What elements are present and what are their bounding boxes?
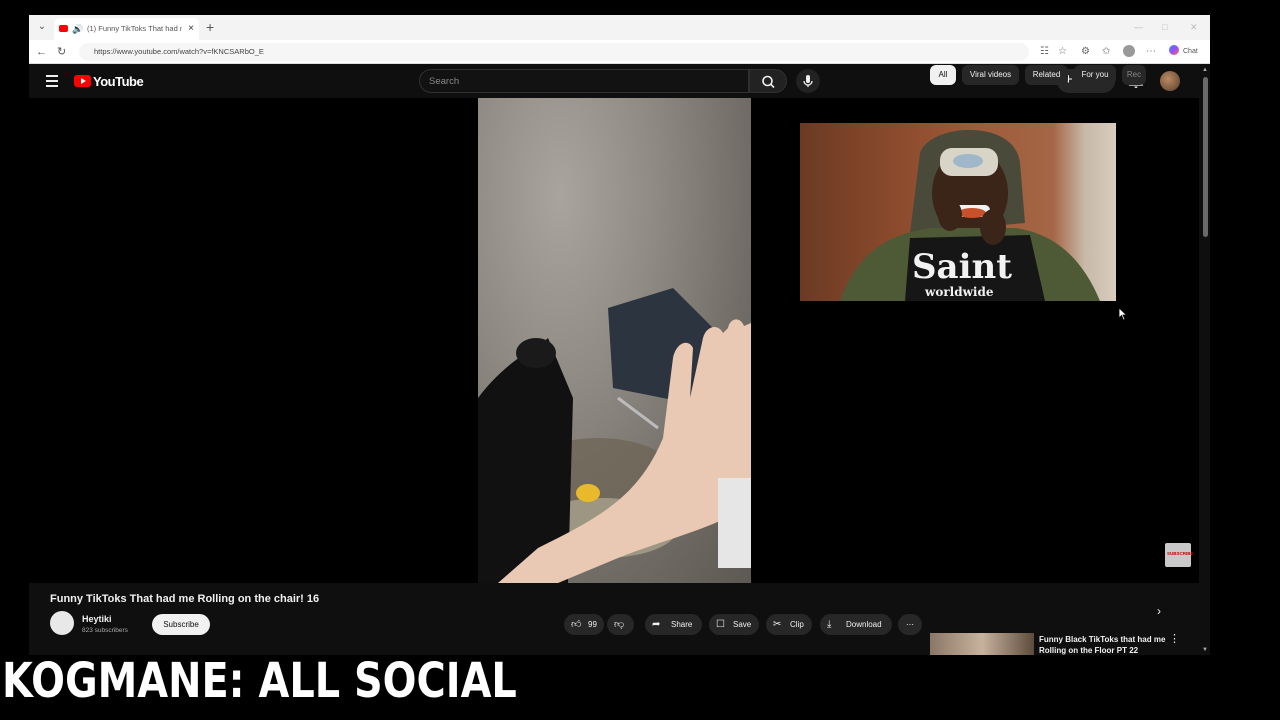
chip-related[interactable]: Related — [1025, 65, 1068, 85]
recommended-title[interactable]: Funny Black TikToks that had me Rolling … — [1039, 634, 1167, 655]
thumbs-down-icon: 👎︎ — [614, 619, 625, 630]
save-label: Save — [733, 620, 752, 629]
mouse-cursor-icon — [1118, 307, 1128, 321]
voice-search-button[interactable] — [796, 69, 820, 93]
microphone-icon — [803, 75, 813, 87]
pip-shirt-subtext: worldwide — [924, 285, 994, 299]
speaker-icon[interactable]: 🔊 — [72, 22, 83, 36]
browser-window: ⌄ 🔊 (1) Funny TikToks That had me Rollin… — [29, 15, 1210, 655]
reaction-person-image: Saint worldwide — [840, 129, 1100, 301]
maximize-icon[interactable]: □ — [1162, 21, 1167, 33]
subscribe-button[interactable]: Subscribe — [152, 614, 210, 635]
page-scrollbar[interactable]: ▲ ▼ — [1201, 65, 1210, 655]
back-icon[interactable]: ← — [36, 45, 47, 59]
youtube-page: YouTube + Create — [29, 65, 1210, 655]
new-tab-icon[interactable]: + — [206, 19, 214, 35]
channel-name[interactable]: Heytiki — [82, 613, 112, 625]
scrollbar-thumb[interactable] — [1203, 77, 1208, 237]
chip-viral-videos[interactable]: Viral videos — [962, 65, 1019, 85]
download-icon: ⤓ — [827, 619, 832, 630]
more-menu-icon[interactable]: ⋯ — [1146, 45, 1156, 59]
more-dots-icon: ⋯ — [906, 620, 914, 629]
share-icon: ➦ — [652, 619, 661, 630]
subscribe-watermark-text: SUBSCRIBE — [1167, 551, 1194, 556]
close-window-icon[interactable]: ✕ — [1190, 21, 1198, 33]
share-button[interactable]: ➦ Share — [645, 614, 702, 635]
favorites-icon[interactable]: ✩ — [1102, 45, 1110, 59]
chat-label[interactable]: Chat — [1183, 46, 1198, 58]
video-player[interactable]: Saint worldwide SUBSCRIBE — [29, 98, 1199, 583]
save-button[interactable]: ☐ Save — [709, 614, 759, 635]
clip-label: Clip — [790, 620, 804, 629]
youtube-logo-text: YouTube — [93, 74, 144, 89]
close-tab-icon[interactable]: × — [188, 22, 194, 36]
youtube-play-icon — [74, 75, 91, 87]
recommended-menu-icon[interactable]: ⋮ — [1169, 632, 1180, 646]
youtube-favicon-icon — [59, 25, 68, 32]
subscriber-count: 823 subscribers — [82, 627, 128, 634]
tab-title: (1) Funny TikToks That had me Rolling on… — [87, 24, 182, 33]
scroll-up-icon[interactable]: ▲ — [1202, 66, 1208, 74]
tab-bar: ⌄ 🔊 (1) Funny TikToks That had me Rollin… — [29, 15, 1210, 40]
search-input[interactable] — [429, 74, 729, 88]
channel-avatar[interactable] — [50, 611, 74, 635]
chip-recently-uploaded[interactable]: Rec — [1122, 65, 1146, 85]
recommended-thumbnail[interactable] — [930, 633, 1034, 655]
url-field[interactable]: https://www.youtube.com/watch?v=fKNCSARb… — [79, 43, 1029, 61]
search-button[interactable] — [749, 69, 787, 93]
minimize-icon[interactable]: — — [1134, 21, 1143, 33]
extension-icon[interactable]: ⚙ — [1081, 45, 1090, 59]
like-button[interactable]: 👍︎ 99 — [564, 614, 604, 635]
address-bar-row: ← ↻ https://www.youtube.com/watch?v=fKNC… — [29, 40, 1210, 64]
video-title: Funny TikToks That had me Rolling on the… — [50, 593, 320, 605]
thumbs-up-icon: 👍︎ — [571, 619, 582, 630]
copilot-icon[interactable] — [1169, 45, 1179, 55]
search-box[interactable] — [419, 69, 749, 93]
like-count: 99 — [588, 620, 597, 629]
share-label: Share — [671, 620, 693, 629]
chip-for-you[interactable]: For you — [1074, 65, 1116, 85]
download-button[interactable]: ⤓ Download — [820, 614, 892, 635]
bookmark-icon: ☐ — [716, 619, 725, 630]
scissors-icon: ✂ — [773, 619, 782, 630]
subscribe-watermark[interactable]: SUBSCRIBE — [1165, 543, 1194, 567]
hamburger-menu-icon[interactable] — [46, 75, 58, 87]
pip-shirt-text: Saint — [912, 247, 1012, 287]
clip-button[interactable]: ✂ Clip — [766, 614, 812, 635]
download-label: Download — [846, 620, 882, 629]
dislike-button[interactable]: 👎︎ — [607, 614, 634, 635]
reader-icon[interactable]: ☷ — [1040, 45, 1049, 59]
account-avatar[interactable] — [1160, 71, 1180, 91]
more-actions-button[interactable]: ⋯ — [898, 614, 922, 635]
overlay-caption: KOGMANE: ALL SOCIAL — [2, 653, 517, 709]
chip-all[interactable]: All — [930, 65, 956, 85]
refresh-icon[interactable]: ↻ — [57, 45, 66, 59]
profile-icon[interactable] — [1123, 45, 1135, 57]
chevron-right-icon[interactable]: › — [1157, 603, 1161, 619]
reaction-webcam: Saint worldwide — [800, 123, 1116, 301]
tab-list-chevron-icon[interactable]: ⌄ — [35, 20, 49, 34]
search-icon — [762, 75, 775, 89]
url-text: https://www.youtube.com/watch?v=fKNCSARb… — [94, 47, 264, 56]
video-content-image — [478, 288, 751, 583]
browser-tab[interactable]: 🔊 (1) Funny TikToks That had me Rolling … — [54, 18, 199, 40]
bookmark-star-icon[interactable]: ☆ — [1058, 45, 1067, 59]
video-frame[interactable] — [478, 98, 751, 583]
scroll-down-icon[interactable]: ▼ — [1202, 646, 1208, 654]
